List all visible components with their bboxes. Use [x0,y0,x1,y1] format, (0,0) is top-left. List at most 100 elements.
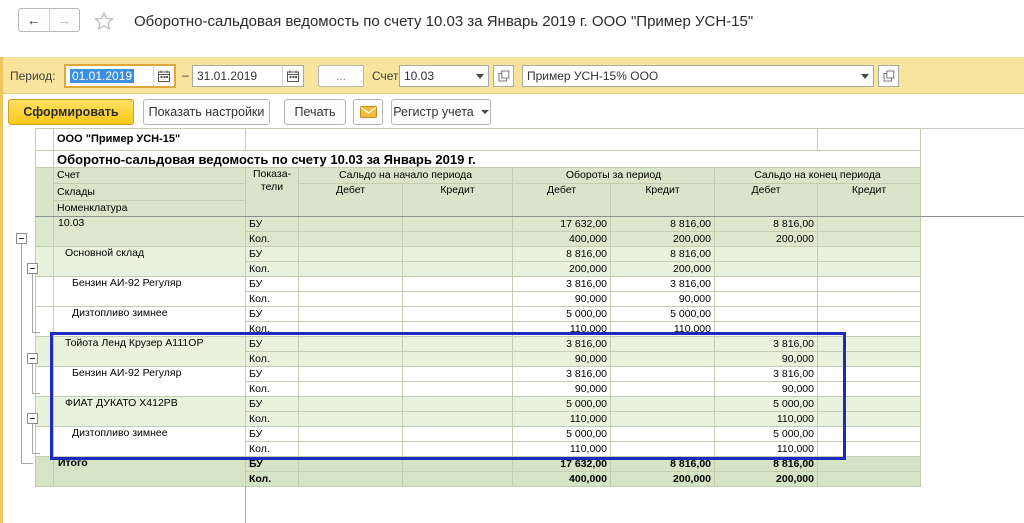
value-cell[interactable]: 200,000 [611,262,715,277]
value-cell[interactable] [715,307,818,322]
page-title: Оборотно-сальдовая ведомость по счету 10… [134,13,753,30]
row-label-cell[interactable]: Основной склад [54,247,246,277]
value-cell[interactable] [299,307,403,322]
header-warehouses: Склады [54,184,246,201]
value-cell[interactable]: 200,000 [513,262,611,277]
chevron-down-icon[interactable] [857,66,873,86]
value-cell[interactable] [818,277,921,292]
value-cell[interactable]: 90,000 [611,292,715,307]
calendar-icon[interactable] [282,66,303,86]
value-cell[interactable]: 8 816,00 [715,217,818,232]
account-label: Счет: [372,69,402,83]
date-to-field[interactable]: 31.01.2019 [192,65,304,87]
value-cell[interactable] [715,277,818,292]
print-button[interactable]: Печать [284,99,346,125]
value-cell[interactable] [403,262,513,277]
value-cell[interactable]: 400,000 [513,232,611,247]
value-cell[interactable] [818,262,921,277]
row-label-cell[interactable]: Итого [54,457,246,487]
value-cell[interactable] [299,262,403,277]
value-cell[interactable]: 200,000 [715,232,818,247]
period-more-button[interactable]: ... [318,65,364,87]
value-cell[interactable] [403,307,513,322]
value-cell[interactable]: 200,000 [611,232,715,247]
header-debit: Дебет [299,184,403,217]
table-row: Дизтопливо зимнееБУ5 000,005 000,00 [36,307,921,322]
indicator-bu-cell[interactable]: БУ [246,277,299,292]
register-button[interactable]: Регистр учета [391,99,491,125]
tree-collapse-button[interactable] [16,233,27,244]
chevron-down-icon[interactable] [472,66,488,86]
header-indicators: Показа- тели [246,168,299,217]
value-cell[interactable] [403,217,513,232]
tree-line [21,244,22,463]
value-cell[interactable] [818,307,921,322]
value-cell[interactable]: 400,000 [513,472,611,487]
indicator-bu-cell[interactable]: БУ [246,307,299,322]
value-cell[interactable] [299,217,403,232]
value-cell[interactable]: 8 816,00 [513,247,611,262]
value-cell[interactable] [299,292,403,307]
value-cell[interactable] [715,262,818,277]
value-cell[interactable]: 8 816,00 [611,247,715,262]
organization-value[interactable]: Пример УСН-15% ООО [523,69,857,83]
indicator-kol-cell[interactable]: Кол. [246,262,299,277]
account-value[interactable]: 10.03 [400,69,472,83]
row-label-cell[interactable]: Бензин АИ-92 Регуляр [54,277,246,307]
forward-button[interactable]: → [50,9,80,31]
date-to-value[interactable]: 31.01.2019 [193,69,282,83]
calendar-icon[interactable] [153,66,174,86]
value-cell[interactable]: 5 000,00 [513,307,611,322]
value-cell[interactable] [403,292,513,307]
value-cell[interactable]: 5 000,00 [611,307,715,322]
header-indicators-line1: Показа- [253,168,291,180]
value-cell[interactable]: 3 816,00 [513,277,611,292]
value-cell[interactable] [299,247,403,262]
value-cell[interactable] [818,217,921,232]
value-cell[interactable] [818,292,921,307]
account-open-button[interactable] [493,65,514,87]
company-name-cell[interactable]: ООО "Пример УСН-15" [54,129,246,151]
value-cell[interactable]: 3 816,00 [611,277,715,292]
organization-combobox[interactable]: Пример УСН-15% ООО [522,65,874,87]
tree-collapse-button[interactable] [27,263,38,274]
back-button[interactable]: ← [19,9,50,31]
value-cell[interactable]: 90,000 [513,292,611,307]
value-cell[interactable] [818,472,921,487]
value-cell[interactable] [299,277,403,292]
indicator-bu-cell[interactable]: БУ [246,247,299,262]
value-cell[interactable] [818,232,921,247]
value-cell[interactable]: 200,000 [715,472,818,487]
tree-collapse-button[interactable] [27,413,38,424]
value-cell[interactable] [403,277,513,292]
tree-collapse-button[interactable] [27,353,38,364]
value-cell[interactable]: 200,000 [611,472,715,487]
value-cell[interactable] [715,247,818,262]
indicator-kol-cell[interactable]: Кол. [246,472,299,487]
value-cell[interactable] [403,247,513,262]
organization-open-button[interactable] [878,65,899,87]
group-margin-cell [36,129,54,151]
value-cell[interactable] [403,472,513,487]
value-cell[interactable] [299,472,403,487]
date-from-value[interactable]: 01.01.2019 [70,69,134,83]
value-cell[interactable]: 17 632,00 [513,217,611,232]
email-button[interactable] [353,99,383,125]
account-combobox[interactable]: 10.03 [399,65,489,87]
indicator-bu-cell[interactable]: БУ [246,217,299,232]
indicator-kol-cell[interactable]: Кол. [246,232,299,247]
value-cell[interactable] [299,232,403,247]
window-edge-strip [0,57,3,523]
value-cell[interactable] [715,292,818,307]
favorite-star-icon[interactable] [93,10,115,32]
value-cell[interactable] [403,232,513,247]
generate-button[interactable]: Сформировать [8,99,134,125]
show-settings-button[interactable]: Показать настройки [143,99,270,125]
row-label-cell[interactable]: 10.03 [54,217,246,247]
value-cell[interactable]: 8 816,00 [611,217,715,232]
value-cell[interactable] [818,247,921,262]
indicator-kol-cell[interactable]: Кол. [246,292,299,307]
date-from-field[interactable]: 01.01.2019 [64,64,176,88]
date-range-dash: – [182,68,189,82]
register-button-label: Регистр учета [393,105,474,119]
